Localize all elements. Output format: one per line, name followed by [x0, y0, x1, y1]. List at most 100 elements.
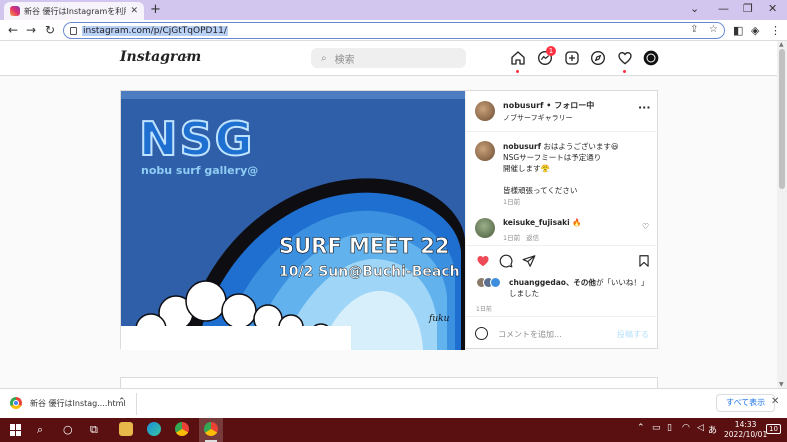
surf-meet-date: 10/2 Sun@Buchi-Beach — [279, 264, 460, 280]
caption-username[interactable]: nobusurf — [503, 142, 541, 151]
page-scrollbar[interactable]: ▲ ▼ — [777, 41, 787, 388]
search-icon[interactable]: ⌕ — [37, 423, 43, 437]
search-placeholder: 検索 — [334, 54, 355, 66]
download-file-name[interactable]: 新谷 優行はInstag....html — [30, 398, 126, 409]
windows-start-icon[interactable] — [10, 424, 22, 436]
network-icon[interactable]: ▭ — [652, 423, 661, 433]
save-bookmark-icon[interactable] — [637, 254, 651, 268]
address-bar[interactable]: instagram.com/p/CjGtTqOPD11/ ⇪ ☆ — [63, 22, 725, 39]
like-heart-icon[interactable] — [476, 254, 490, 268]
clock-time: 14:33 — [734, 420, 757, 429]
messenger-badge: 1 — [546, 46, 556, 56]
forward-arrow-icon[interactable]: → — [26, 23, 36, 37]
tab-search-icon[interactable]: ⌄ — [690, 2, 699, 15]
post-side-panel: nobusurf • フォロー中 ノブサーフギャラリー ··· nobusurf… — [465, 91, 659, 350]
emoji-smiley-icon[interactable] — [475, 327, 488, 340]
post-caption: nobusurf おはようございます😃 NSGサーフミートは予定通り 開催します… — [503, 141, 653, 208]
tab-close-icon[interactable]: ✕ — [130, 6, 138, 16]
author-avatar[interactable] — [475, 101, 495, 121]
comment-time[interactable]: 1日前 — [503, 232, 520, 242]
comment-input[interactable]: コメントを追加... — [498, 329, 562, 340]
post-image[interactable]: NSG nobu surf gallery@ SURF MEET 22 10/2… — [121, 91, 465, 350]
likes-others-link[interactable]: 、その他 — [566, 278, 596, 287]
wifi-icon[interactable]: ◠ — [682, 423, 690, 433]
author-username-follow[interactable]: nobusurf • フォロー中 — [503, 100, 594, 111]
comment-item: keisuke_fujisaki 🔥 — [503, 218, 581, 227]
tab-title: 新谷 優行はInstagramを利用してい — [24, 6, 126, 16]
comment-reply-link[interactable]: 返信 — [526, 232, 539, 242]
nobu-surf-gallery-text: nobu surf gallery@ — [141, 164, 258, 177]
post-header: nobusurf • フォロー中 ノブサーフギャラリー ··· — [466, 91, 658, 132]
share-icon[interactable]: ⇪ — [690, 24, 698, 35]
likes-username[interactable]: chuanggedao — [509, 278, 566, 287]
share-paper-plane-icon[interactable] — [522, 254, 536, 268]
post-date[interactable]: 1日前 — [476, 304, 492, 313]
author-username[interactable]: nobusurf — [503, 101, 544, 110]
next-post-card-edge — [120, 377, 658, 388]
chrome-icon[interactable] — [175, 422, 189, 436]
new-post-icon[interactable] — [564, 50, 580, 66]
activity-notification-dot — [623, 70, 626, 73]
scroll-down-arrow-icon[interactable]: ▼ — [779, 381, 784, 388]
cortana-circle-icon[interactable]: ○ — [63, 423, 73, 436]
volume-icon[interactable]: ◁ — [697, 423, 704, 433]
comment-text: 🔥 — [572, 218, 582, 227]
url-text[interactable]: instagram.com/p/CjGtTqOPD11/ — [82, 25, 228, 36]
browser-tab-instagram[interactable]: 新谷 優行はInstagramを利用してい ✕ — [4, 2, 144, 20]
browser-toolbar: ← → ↻ instagram.com/p/CjGtTqOPD11/ ⇪ ☆ ◧… — [0, 20, 787, 41]
chevron-down-icon[interactable]: ⌄ — [182, 51, 190, 61]
follow-status[interactable]: • フォロー中 — [546, 101, 594, 110]
battery-icon[interactable]: ▯ — [667, 423, 672, 433]
lock-icon[interactable] — [70, 26, 77, 35]
bookmark-star-icon[interactable]: ☆ — [709, 24, 718, 35]
more-options-icon[interactable]: ··· — [638, 101, 651, 114]
comment-username[interactable]: keisuke_fujisaki — [503, 218, 570, 227]
home-notification-dot — [516, 70, 519, 73]
edge-browser-icon[interactable] — [147, 422, 161, 436]
caption-time[interactable]: 1日前 — [503, 197, 653, 208]
show-all-downloads-button[interactable]: すべて表示 — [716, 394, 776, 412]
download-divider — [136, 393, 137, 415]
active-app-highlight[interactable] — [199, 418, 223, 442]
caption-line: 開催します😤 — [503, 164, 550, 173]
commenter-avatar[interactable] — [475, 218, 495, 238]
liker-avatar — [490, 277, 501, 288]
instagram-favicon-icon — [10, 6, 20, 16]
comment-like-heart-icon[interactable]: ♡ — [642, 222, 649, 231]
maximize-button[interactable]: ❐ — [743, 2, 753, 15]
author-subtitle[interactable]: ノブサーフギャラリー — [503, 113, 573, 123]
ime-indicator[interactable]: あ — [708, 423, 717, 436]
reload-icon[interactable]: ↻ — [45, 23, 55, 37]
profile-avatar[interactable] — [643, 50, 659, 66]
caption-avatar[interactable] — [475, 141, 495, 161]
windows-taskbar: ⌕ ○ ⧉ ⌃ ▭ ▯ ◠ ◁ あ 14:33 2022/10/01 10 — [0, 418, 787, 442]
task-view-icon[interactable]: ⧉ — [90, 423, 98, 437]
notification-center-icon[interactable]: 10 — [766, 424, 781, 434]
close-download-bar-icon[interactable]: ✕ — [771, 396, 779, 407]
caption-line: おはようございます😃 — [543, 142, 619, 151]
chevron-up-icon[interactable]: ⌃ — [118, 397, 126, 407]
post-card: NSG nobu surf gallery@ SURF MEET 22 10/2… — [120, 90, 659, 350]
scroll-up-arrow-icon[interactable]: ▲ — [779, 41, 784, 48]
messenger-icon[interactable]: 1 — [537, 46, 556, 66]
extensions-icon[interactable]: ◈ — [751, 24, 759, 37]
activity-heart-icon[interactable] — [617, 50, 633, 73]
comment-meta: 1日前 返信 — [503, 232, 539, 242]
file-explorer-icon[interactable] — [119, 422, 133, 436]
comment-bubble-icon[interactable] — [499, 254, 513, 268]
back-arrow-icon[interactable]: ← — [8, 23, 18, 37]
chrome-active-icon[interactable] — [204, 422, 218, 436]
search-input[interactable]: ⌕ 検索 — [311, 48, 466, 68]
system-clock[interactable]: 14:33 2022/10/01 — [724, 420, 767, 440]
minimize-button[interactable]: — — [718, 2, 729, 15]
tray-overflow-icon[interactable]: ⌃ — [637, 423, 645, 433]
close-window-button[interactable]: ✕ — [768, 2, 777, 15]
likers-avatars[interactable] — [476, 277, 501, 288]
scroll-thumb[interactable] — [779, 49, 785, 189]
sidebar-toggle-icon[interactable]: ◧ — [733, 24, 743, 37]
menu-dots-icon[interactable]: ⋮ — [770, 24, 781, 37]
explore-compass-icon[interactable] — [590, 50, 606, 66]
post-comment-button[interactable]: 投稿する — [617, 329, 649, 340]
new-tab-button[interactable]: + — [150, 2, 161, 17]
home-icon[interactable] — [510, 50, 526, 73]
